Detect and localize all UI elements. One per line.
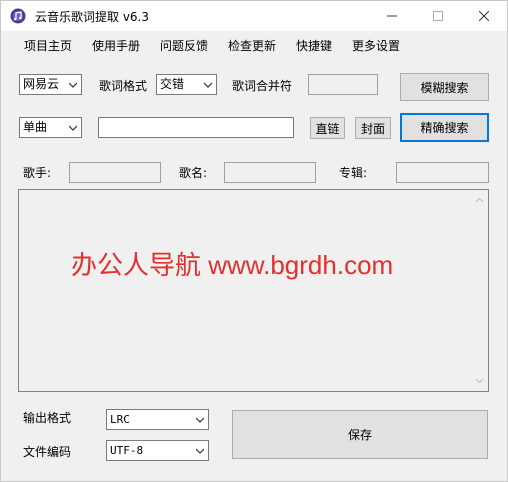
direct-link-button[interactable]: 直链 <box>310 117 345 139</box>
menu-shortcuts[interactable]: 快捷键 <box>296 37 332 54</box>
lyrics-output-area[interactable] <box>18 189 489 392</box>
minimize-icon <box>387 15 397 17</box>
lyric-format-select[interactable]: 交错 <box>156 74 217 95</box>
save-button[interactable]: 保存 <box>232 410 488 459</box>
cover-button[interactable]: 封面 <box>355 117 391 139</box>
song-name-label: 歌名: <box>179 166 208 180</box>
file-encoding-value: UTF-8 <box>110 444 144 457</box>
output-format-value: LRC <box>110 413 130 426</box>
menu-manual[interactable]: 使用手册 <box>92 37 140 54</box>
menu-more-settings[interactable]: 更多设置 <box>352 37 400 54</box>
minimize-button[interactable] <box>369 1 415 31</box>
menu-feedback[interactable]: 问题反馈 <box>160 37 208 54</box>
file-encoding-label: 文件编码 <box>23 445 72 459</box>
album-field[interactable] <box>396 162 489 183</box>
menu-project-home[interactable]: 项目主页 <box>24 37 72 54</box>
chevron-down-icon <box>196 448 204 454</box>
chevron-down-icon <box>69 82 77 88</box>
menu-check-update[interactable]: 检查更新 <box>228 37 276 54</box>
app-window: 云音乐歌词提取 v6.3 项目主页 使用手册 问题反馈 检查更新 快捷键 更多设… <box>0 0 508 482</box>
output-format-select[interactable]: LRC <box>106 409 209 430</box>
source-select[interactable]: 网易云 <box>19 74 82 95</box>
watermark-text: 办公人导航 www.bgrdh.com <box>71 250 394 280</box>
menu-bar: 项目主页 使用手册 问题反馈 检查更新 快捷键 更多设置 <box>1 32 507 58</box>
scroll-down-arrow-icon[interactable] <box>475 376 484 385</box>
music-app-icon <box>10 8 26 24</box>
output-format-label: 输出格式 <box>23 411 72 425</box>
search-input[interactable] <box>98 117 294 138</box>
fuzzy-search-button[interactable]: 模糊搜索 <box>400 73 489 101</box>
lyric-format-label: 歌词格式 <box>99 79 148 93</box>
merge-symbol-field[interactable] <box>308 74 378 95</box>
singer-label: 歌手: <box>23 166 52 180</box>
merge-symbol-label: 歌词合并符 <box>232 79 293 93</box>
lyric-format-value: 交错 <box>160 77 185 91</box>
vertical-scrollbar[interactable] <box>471 190 488 391</box>
window-title: 云音乐歌词提取 v6.3 <box>35 10 150 24</box>
singer-field[interactable] <box>69 162 161 183</box>
maximize-button[interactable] <box>415 1 461 31</box>
song-name-field[interactable] <box>224 162 316 183</box>
close-button[interactable] <box>461 1 507 31</box>
close-icon <box>479 11 489 21</box>
chevron-down-icon <box>204 82 212 88</box>
mode-select-value: 单曲 <box>23 120 48 134</box>
scroll-up-arrow-icon[interactable] <box>475 196 484 205</box>
exact-search-button[interactable]: 精确搜索 <box>400 113 489 142</box>
title-bar: 云音乐歌词提取 v6.3 <box>1 1 507 31</box>
chevron-down-icon <box>69 125 77 131</box>
album-label: 专辑: <box>339 166 368 180</box>
mode-select[interactable]: 单曲 <box>19 117 82 138</box>
maximize-icon <box>433 11 443 21</box>
chevron-down-icon <box>196 417 204 423</box>
file-encoding-select[interactable]: UTF-8 <box>106 440 209 461</box>
source-select-value: 网易云 <box>23 77 60 91</box>
